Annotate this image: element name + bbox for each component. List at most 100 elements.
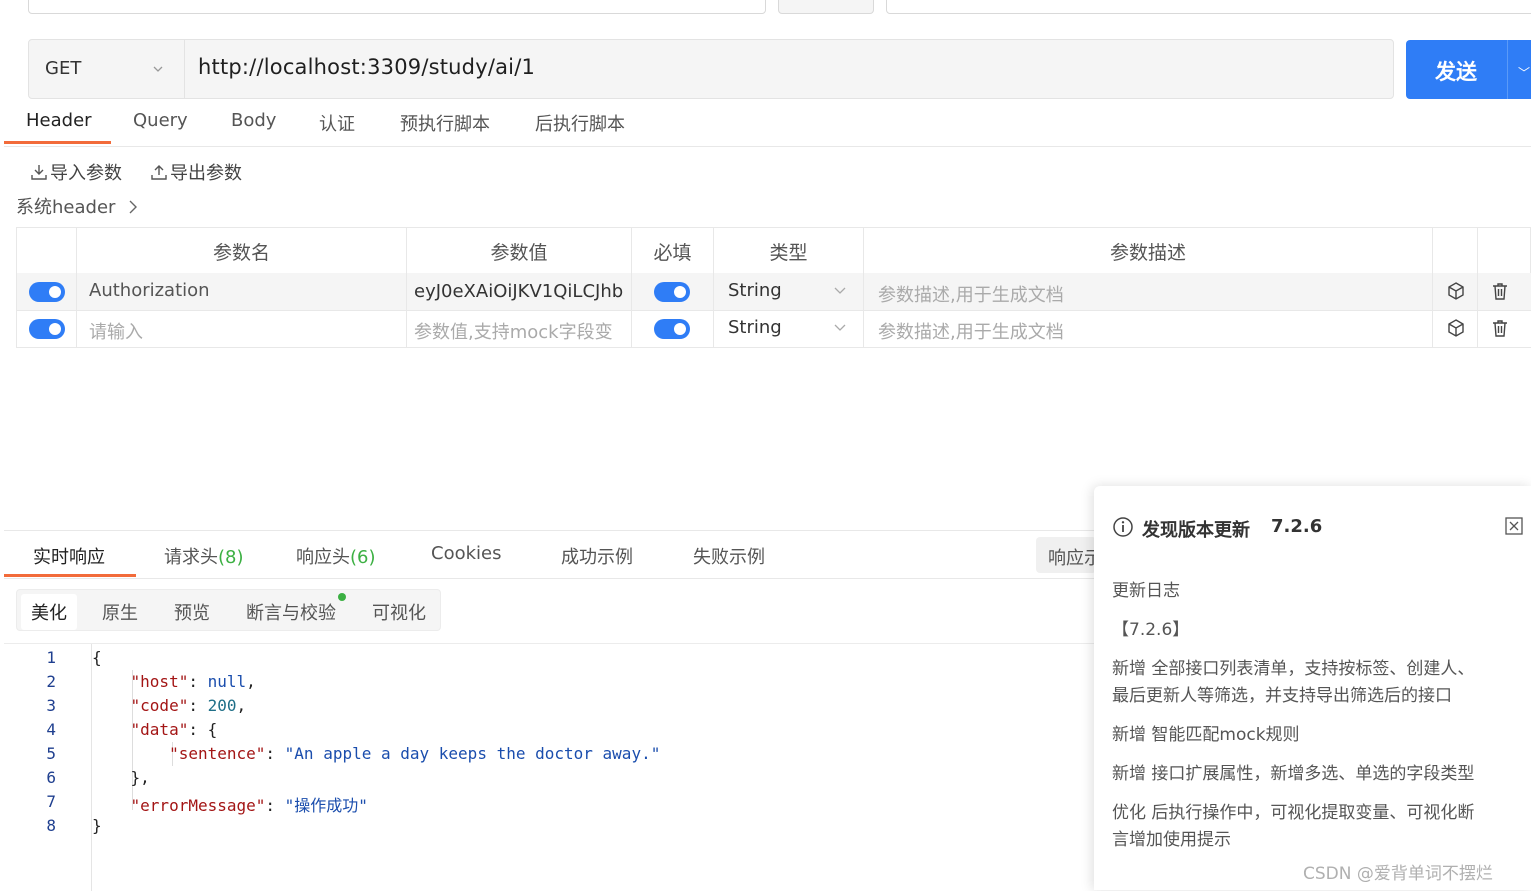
type-value: String [728, 280, 782, 301]
active-response-tab-indicator [4, 574, 136, 577]
param-value-text: eyJ0eXAiOiJKV1QiLCJhb [414, 281, 624, 302]
changelog-line: 优化 后执行操作中，可视化提取变量、可视化断 [1112, 803, 1475, 823]
tab-pre-script[interactable]: 预执行脚本 [400, 110, 490, 136]
tab-request-headers-label: 请求头 [164, 547, 218, 568]
system-header-toggle[interactable]: 系统header [16, 193, 139, 219]
tab-request-headers[interactable]: 请求头(8) [164, 543, 244, 569]
changelog-version: 【7.2.6】 [1112, 620, 1190, 640]
top-input-group[interactable] [28, 0, 766, 14]
row-toggle-cell [16, 310, 76, 347]
enable-toggle[interactable] [29, 319, 65, 339]
notice-title: 发现版本更新 [1142, 520, 1250, 541]
trash-icon[interactable] [1490, 318, 1510, 338]
code-line: { [92, 648, 102, 667]
param-value-cell[interactable]: eyJ0eXAiOiJKV1QiLCJhb [406, 273, 631, 310]
header-cell-action [1432, 228, 1477, 273]
url-input[interactable]: http://localhost:3309/study/ai/1 [198, 55, 535, 79]
delete-cell [1477, 273, 1531, 310]
cube-icon[interactable] [1446, 318, 1466, 338]
watermark: CSDN @爱背单词不摆烂 [1303, 864, 1493, 884]
cube-icon[interactable] [1446, 281, 1466, 301]
param-name-cell[interactable]: 请输入 [76, 310, 406, 347]
line-number: 6 [46, 768, 56, 787]
top-toolbar-strip [0, 0, 1531, 16]
method-select[interactable]: GET [29, 40, 185, 98]
tab-beautify[interactable]: 美化 [21, 594, 77, 630]
table-header-row: 参数名 参数值 必填 类型 参数描述 [16, 228, 1531, 274]
chevron-down-icon[interactable]: ﹀ [1518, 64, 1530, 81]
param-name-cell[interactable]: Authorization [76, 273, 406, 310]
tab-response-headers-label: 响应头 [296, 547, 350, 568]
tab-post-script[interactable]: 后执行脚本 [535, 110, 625, 136]
enable-toggle[interactable] [29, 282, 65, 302]
changelog-line: 言增加使用提示 [1112, 830, 1231, 850]
line-number: 5 [46, 744, 56, 763]
row-toggle-cell [16, 273, 76, 310]
tab-visualize[interactable]: 可视化 [372, 599, 426, 625]
json-value: null [207, 672, 247, 691]
info-icon [1113, 517, 1133, 537]
header-param-value: 参数值 [406, 228, 631, 273]
line-number: 1 [46, 648, 56, 667]
tab-header[interactable]: Header [26, 110, 92, 131]
type-select[interactable]: String [713, 273, 863, 310]
type-select[interactable]: String [713, 310, 863, 347]
tab-assertions[interactable]: 断言与校验 [246, 599, 336, 625]
json-key: "host" [130, 672, 189, 691]
response-code-viewer[interactable]: 1 2 3 4 5 6 7 8 { "host": null, "code": … [4, 643, 1094, 891]
tab-query[interactable]: Query [133, 110, 188, 131]
status-dot [338, 593, 346, 601]
close-icon[interactable] [1505, 517, 1523, 535]
tab-fail-example[interactable]: 失败示例 [693, 543, 765, 569]
code-line: }, [92, 768, 150, 787]
code-line: "sentence": "An apple a day keeps the do… [169, 744, 661, 763]
description-cell[interactable]: 参数描述,用于生成文档 [863, 273, 1432, 310]
request-tabs: Header Query Body 认证 预执行脚本 后执行脚本 [4, 104, 1531, 147]
code-line: "data": { [130, 720, 218, 739]
chevron-down-icon [834, 287, 846, 294]
tab-body[interactable]: Body [231, 110, 276, 131]
response-view-tabs: 美化 原生 预览 断言与校验 可视化 [16, 589, 441, 631]
required-toggle[interactable] [654, 319, 690, 339]
changelog-line: 最后更新人等筛选，并支持导出筛选后的接口 [1112, 686, 1452, 706]
param-value-cell[interactable]: 参数值,支持mock字段变 [406, 310, 631, 347]
chevron-down-icon [153, 66, 163, 72]
response-example-button[interactable]: 响应示 [1036, 537, 1096, 573]
line-number: 8 [46, 816, 56, 835]
changelog-line: 新增 智能匹配mock规则 [1112, 725, 1300, 745]
header-cell-action [1477, 228, 1531, 273]
json-value: "An apple a day keeps the doctor away." [284, 744, 661, 763]
tab-raw[interactable]: 原生 [102, 599, 138, 625]
top-option-group[interactable] [886, 0, 1531, 14]
tab-success-example[interactable]: 成功示例 [561, 543, 633, 569]
table-row: Authorization eyJ0eXAiOiJKV1QiLCJhb Stri… [16, 273, 1531, 311]
send-button[interactable]: 发送 ﹀ [1406, 40, 1531, 99]
params-table: 参数名 参数值 必填 类型 参数描述 Authorization eyJ0eXA… [16, 227, 1531, 348]
changelog-title: 更新日志 [1112, 581, 1180, 601]
header-cell-toggle [16, 228, 76, 273]
import-params-button[interactable]: 导入参数 [30, 159, 122, 185]
tab-cookies[interactable]: Cookies [431, 543, 501, 564]
request-headers-count: (8) [218, 547, 244, 568]
tab-realtime-response[interactable]: 实时响应 [33, 543, 105, 569]
response-tabs: 实时响应 请求头(8) 响应头(6) Cookies 成功示例 失败示例 响应示 [4, 530, 1096, 579]
send-split-divider [1507, 40, 1508, 99]
chevron-right-icon [129, 200, 137, 214]
header-description: 参数描述 [863, 228, 1432, 273]
send-label: 发送 [1435, 60, 1477, 84]
code-line: } [92, 816, 102, 835]
notice-version: 7.2.6 [1271, 516, 1323, 537]
description-cell[interactable]: 参数描述,用于生成文档 [863, 310, 1432, 347]
tab-preview[interactable]: 预览 [174, 599, 210, 625]
response-example-label: 响应示 [1048, 548, 1096, 569]
trash-icon[interactable] [1490, 281, 1510, 301]
top-button[interactable] [778, 0, 874, 14]
description-placeholder: 参数描述,用于生成文档 [878, 285, 1064, 306]
export-params-button[interactable]: 导出参数 [150, 159, 242, 185]
tab-response-headers[interactable]: 响应头(6) [296, 543, 376, 569]
required-toggle[interactable] [654, 282, 690, 302]
code-line: "code": 200, [130, 696, 247, 715]
param-name-placeholder: 请输入 [89, 322, 143, 343]
response-headers-count: (6) [350, 547, 376, 568]
tab-auth[interactable]: 认证 [319, 110, 355, 136]
